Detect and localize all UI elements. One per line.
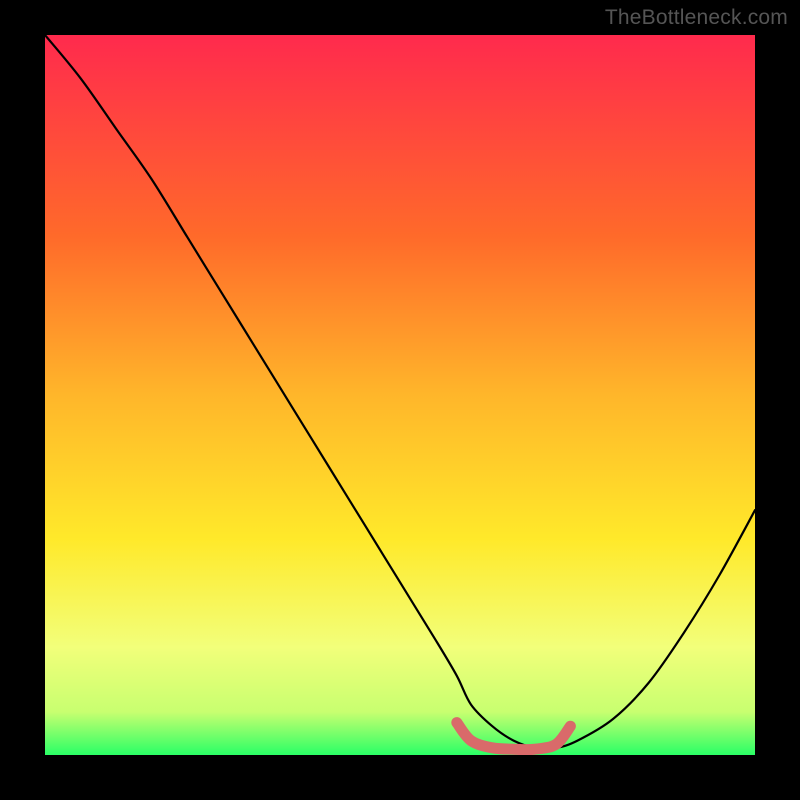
bottleneck-chart <box>45 35 755 755</box>
gradient-background <box>45 35 755 755</box>
watermark-text: TheBottleneck.com <box>605 6 788 30</box>
chart-frame: { "watermark": "TheBottleneck.com", "col… <box>0 0 800 800</box>
